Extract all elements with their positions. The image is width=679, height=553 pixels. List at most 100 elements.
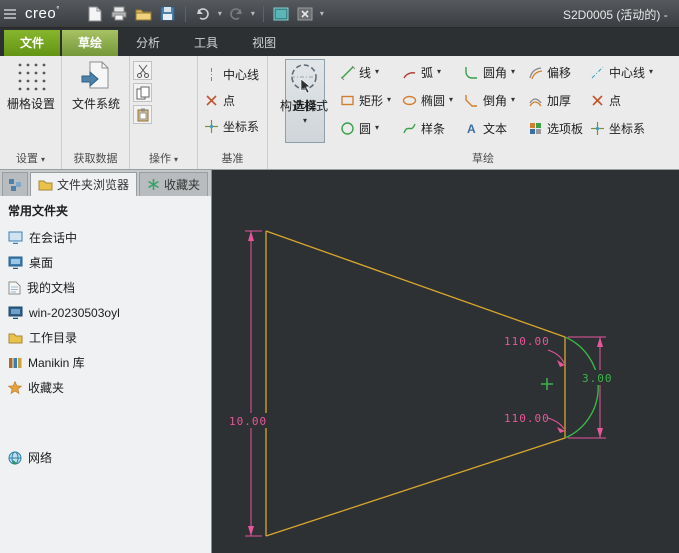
dim-left-value: 10.00 [229,415,267,428]
tab-view[interactable]: 视图 [236,30,292,56]
copy-button[interactable] [133,83,152,102]
dimension-right[interactable]: 3.00 [568,336,613,439]
top-slant-line [265,230,566,338]
grid-settings-button[interactable]: 栅格设置 [4,60,58,112]
rectangle-icon [341,95,354,105]
redo-icon[interactable] [227,4,246,23]
dimension-left[interactable]: 10.00 [226,230,276,537]
chevron-down-icon: ▾ [174,155,179,164]
chevron-down-icon: ▾ [511,67,516,76]
sketch-geometry[interactable] [265,230,566,537]
tool-text[interactable]: A 文本 [464,118,507,138]
new-file-icon[interactable] [86,4,105,23]
tool-chamfer[interactable]: 倒角 ▾ [464,90,515,110]
get-data-group-label: 获取数据 [73,153,118,165]
tab-tools[interactable]: 工具 [178,30,234,56]
datum-centerline-button[interactable]: 中心线 [204,64,259,84]
close-window-icon[interactable] [296,4,315,23]
folder-icon [8,333,23,343]
arc-entity[interactable] [564,336,599,439]
undo-icon[interactable] [194,4,213,23]
tool-arc[interactable]: 弧 ▾ [402,62,441,82]
tool-ellipse[interactable]: 椭圆 ▾ [402,90,453,110]
text-icon: A [467,122,476,136]
dim-angle-top-value: 110.00 [504,335,550,348]
tool-thicken[interactable]: 加厚 [528,90,571,110]
open-folder-icon[interactable] [134,4,153,23]
folder-item-working-directory[interactable]: 工作目录 [8,325,211,350]
chevron-down-icon: ▾ [449,95,454,104]
toolbar-customize-chevron-icon[interactable]: ▾ [320,9,324,18]
tab-analysis[interactable]: 分析 [120,30,176,56]
arc-center-cross-icon [541,378,553,390]
sketch-group-label: 草绘 [472,153,494,165]
datum-point-button[interactable]: 点 [204,90,235,110]
coordinate-system-icon [591,121,604,135]
folder-item-my-documents[interactable]: 我的文档 [8,275,211,300]
folder-item-computer[interactable]: win-20230503oyl [8,300,211,325]
circle-icon [341,121,354,135]
centerline-icon [591,66,604,78]
folder-icon [38,180,53,190]
app-menu-icon[interactable] [0,4,19,23]
ribbon-tab-bar: 文件 草绘 分析 工具 视图 [0,28,679,56]
tab-file[interactable]: 文件 [4,30,61,56]
operations-group-label[interactable]: 操作 ▾ [130,150,197,166]
tab-sketch[interactable]: 草绘 [62,30,119,56]
chamfer-icon [465,94,477,107]
redo-chevron-icon[interactable]: ▾ [251,9,255,18]
session-icon [8,231,23,244]
dimension-angle-top[interactable]: 110.00 [504,335,565,367]
sketch-canvas[interactable]: 10.00 110.00 110.00 3.00 [212,170,679,553]
undo-chevron-icon[interactable]: ▾ [218,9,222,18]
quick-access-toolbar: ▾ ▾ ▾ [86,4,324,23]
folder-item-favorites[interactable]: 收藏夹 [8,375,211,400]
cut-button[interactable] [133,61,152,80]
tool-spline[interactable]: 样条 [402,118,445,138]
thicken-icon [529,97,542,106]
folder-item-in-session[interactable]: 在会话中 [8,225,211,250]
point-x-icon [206,94,217,106]
tool-point[interactable]: 点 [590,90,621,110]
tab-model-tree[interactable] [2,172,28,196]
tool-offset[interactable]: 偏移 [528,62,571,82]
tool-fillet[interactable]: 圆角 ▾ [464,62,515,82]
settings-group-label[interactable]: 设置 ▾ [0,150,61,166]
folder-item-manikin-library[interactable]: Manikin 库 [8,350,211,375]
model-tree-icon [9,178,21,191]
ribbon-group-operations: 选择 ▾ 操作 ▾ [130,56,325,169]
browser-tab-bar: 文件夹浏览器 收藏夹 [0,170,212,196]
construction-mode-icon [291,64,317,90]
chevron-down-icon: ▾ [41,155,46,164]
tool-centerline[interactable]: 中心线 ▾ [590,62,653,82]
line-icon [340,65,355,80]
paste-button[interactable] [133,105,152,124]
favorites-tab-label: 收藏夹 [164,178,201,192]
window-switch-icon[interactable] [272,4,291,23]
dimension-angle-bottom[interactable]: 110.00 [504,412,565,433]
svg-text:A: A [467,122,476,136]
tool-line[interactable]: 线 ▾ [340,62,379,82]
arc-icon [403,71,416,78]
datum-csys-button[interactable]: 坐标系 [204,116,259,136]
chevron-down-icon: ▾ [511,95,516,104]
construction-mode-button[interactable]: 构造模式 [276,60,332,114]
ribbon-group-settings: 栅格设置 设置 ▾ [0,56,62,169]
file-system-button[interactable]: 文件系统 [68,60,124,112]
print-icon[interactable] [110,4,129,23]
folder-item-network[interactable]: 网络 [8,445,211,470]
tab-favorites[interactable]: 收藏夹 [139,172,209,196]
tool-rectangle[interactable]: 矩形 ▾ [340,90,391,110]
star-icon [8,381,22,394]
common-folders-header: 常用文件夹 [8,204,69,218]
tool-circle[interactable]: 圆 ▾ [340,118,379,138]
save-icon[interactable] [158,4,177,23]
tool-csys[interactable]: 坐标系 [590,118,645,138]
bottom-slant-line [265,437,566,537]
toolbar-separator [184,5,186,22]
tool-palette[interactable]: 选项板 [528,118,583,138]
chevron-down-icon: ▾ [437,67,442,76]
tab-folder-browser[interactable]: 文件夹浏览器 [30,172,138,196]
spline-icon [403,123,416,133]
folder-item-desktop[interactable]: 桌面 [8,250,211,275]
